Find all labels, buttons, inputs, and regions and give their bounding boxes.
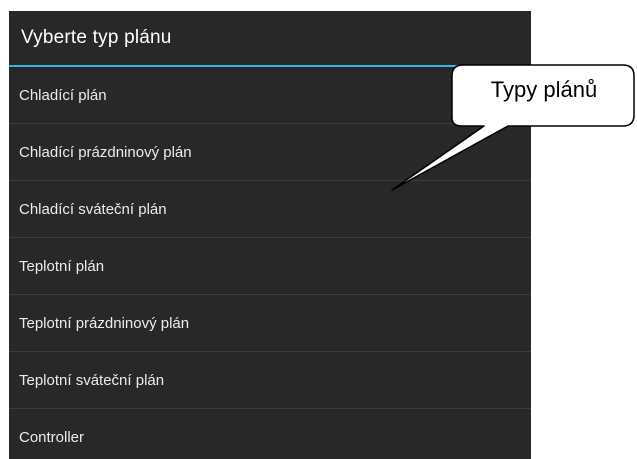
plan-item-heating-holiday[interactable]: Teplotní sváteční plán <box>9 352 531 409</box>
plan-item-label: Chladící plán <box>19 86 107 104</box>
plan-item-label: Controller <box>19 429 85 446</box>
plan-item-heating[interactable]: Teplotní plán <box>9 238 531 295</box>
dialog-header: Vyberte typ plánu <box>9 11 531 67</box>
plan-item-label: Teplotní plán <box>19 257 105 275</box>
plan-item-cooling-holiday[interactable]: Chladící sváteční plán <box>9 181 531 238</box>
plan-item-cooling[interactable]: Chladící plán <box>9 67 531 124</box>
plan-item-label: Chladící sváteční plán <box>19 200 167 218</box>
plan-item-controller[interactable]: Controller <box>9 409 531 459</box>
callout-text: Typy plánů <box>490 77 598 102</box>
dialog-title: Vyberte typ plánu <box>21 27 172 48</box>
plan-type-dialog: Vyberte typ plánu Chladící plán Chladící… <box>9 11 531 459</box>
plan-type-list: Chladící plán Chladící prázdninový plán … <box>9 67 531 459</box>
plan-item-label: Teplotní sváteční plán <box>19 371 165 389</box>
plan-item-heating-vacation[interactable]: Teplotní prázdninový plán <box>9 295 531 352</box>
plan-item-label: Chladící prázdninový plán <box>19 143 192 161</box>
plan-item-label: Teplotní prázdninový plán <box>19 314 190 332</box>
plan-item-cooling-vacation[interactable]: Chladící prázdninový plán <box>9 124 531 181</box>
